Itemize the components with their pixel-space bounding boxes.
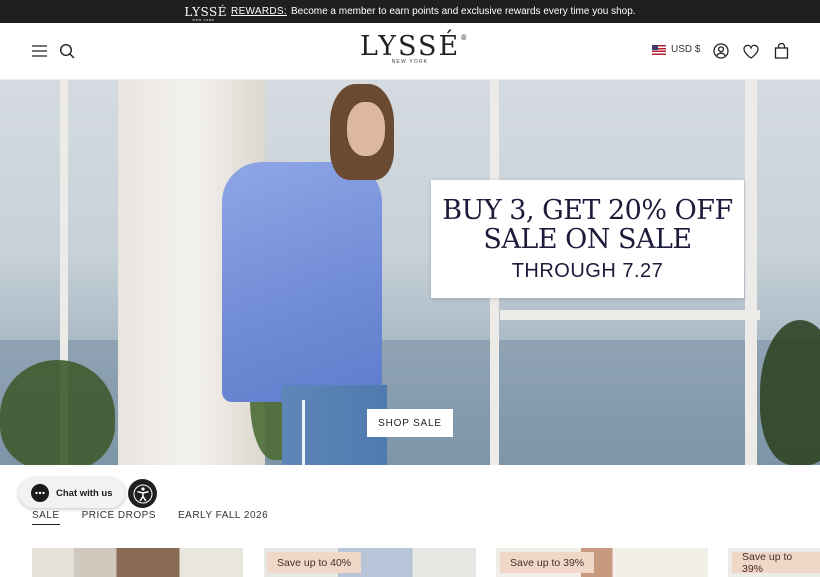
hero-banner[interactable]: BUY 3, GET 20% OFF SALE ON SALE THROUGH … bbox=[0, 80, 820, 465]
jeans-stripe bbox=[302, 400, 305, 465]
accessibility-icon bbox=[133, 484, 152, 503]
announcement-bar: LYSSÉ NEW YORK REWARDS: Become a member t… bbox=[0, 0, 820, 23]
plant-left bbox=[0, 360, 115, 465]
rewards-link[interactable]: REWARDS: bbox=[231, 6, 287, 17]
site-logo[interactable]: LYSSÉ ® NEW YORK bbox=[360, 31, 467, 65]
currency-label: USD $ bbox=[671, 44, 701, 55]
tab-early-fall-2026[interactable]: EARLY FALL 2026 bbox=[178, 510, 268, 525]
sale-badge: Save up to 39% bbox=[732, 551, 820, 575]
tab-price-drops[interactable]: PRICE DROPS bbox=[82, 510, 156, 525]
promo-line-3: THROUGH 7.27 bbox=[511, 259, 664, 282]
chat-bubble-icon bbox=[31, 484, 49, 502]
chat-label: Chat with us bbox=[56, 487, 113, 499]
announcement-logo: LYSSÉ NEW YORK bbox=[184, 4, 228, 22]
site-header: LYSSÉ ® NEW YORK USD $ bbox=[0, 23, 820, 80]
collection-tabs: SALE PRICE DROPS EARLY FALL 2026 bbox=[32, 510, 268, 525]
currency-selector[interactable]: USD $ bbox=[652, 44, 700, 55]
menu-icon[interactable] bbox=[30, 42, 48, 60]
model-shirt bbox=[222, 162, 382, 402]
bag-icon[interactable] bbox=[772, 42, 790, 60]
wishlist-heart-icon[interactable] bbox=[742, 42, 760, 60]
shop-sale-button[interactable]: SHOP SALE bbox=[367, 409, 453, 437]
product-card[interactable]: Save up to 39% bbox=[728, 548, 820, 577]
accessibility-button[interactable] bbox=[128, 479, 157, 508]
announcement-message: Become a member to earn points and exclu… bbox=[290, 6, 636, 17]
model-face bbox=[347, 102, 385, 156]
sale-badge: Save up to 39% bbox=[500, 552, 595, 573]
promo-line-2: SALE ON SALE bbox=[483, 223, 692, 255]
us-flag-icon bbox=[652, 44, 666, 55]
product-image bbox=[32, 548, 243, 577]
search-icon[interactable] bbox=[58, 42, 76, 60]
tab-sale[interactable]: SALE bbox=[32, 510, 60, 525]
product-card[interactable]: Save up to 40% bbox=[264, 548, 476, 577]
product-card[interactable]: Save up to 39% bbox=[496, 548, 708, 577]
sale-badge: Save up to 40% bbox=[267, 552, 362, 573]
account-icon[interactable] bbox=[712, 42, 730, 60]
window-frame bbox=[500, 310, 760, 320]
promo-line-1: BUY 3, GET 20% OFF bbox=[442, 194, 733, 226]
chat-widget-button[interactable]: Chat with us bbox=[19, 478, 125, 508]
promo-box: BUY 3, GET 20% OFF SALE ON SALE THROUGH … bbox=[431, 180, 744, 298]
product-card[interactable] bbox=[32, 548, 243, 577]
window-frame bbox=[745, 80, 757, 465]
